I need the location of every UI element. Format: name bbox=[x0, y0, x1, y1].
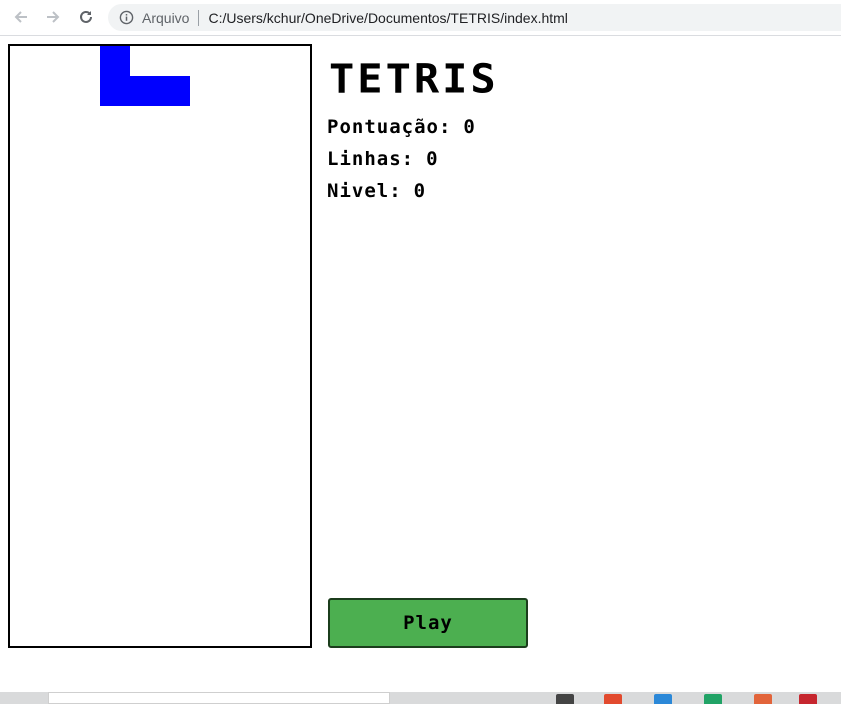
game-title: TETRIS bbox=[329, 55, 499, 102]
reload-button[interactable] bbox=[75, 6, 97, 28]
level-label: Nivel: bbox=[327, 180, 402, 202]
taskbar-app-icon[interactable] bbox=[604, 694, 622, 704]
taskbar-app-icon[interactable] bbox=[754, 694, 772, 704]
address-bar[interactable]: Arquivo C:/Users/kchur/OneDrive/Document… bbox=[108, 4, 841, 31]
taskbar bbox=[0, 692, 841, 704]
piece-block bbox=[100, 46, 130, 76]
url-text[interactable]: C:/Users/kchur/OneDrive/Documentos/TETRI… bbox=[208, 10, 567, 26]
taskbar-app-icon[interactable] bbox=[799, 694, 817, 704]
arrow-right-icon bbox=[47, 11, 60, 23]
omnibox-divider bbox=[198, 9, 200, 26]
level-value: 0 bbox=[413, 180, 427, 202]
score-label: Pontuação: bbox=[327, 116, 452, 138]
game-board[interactable] bbox=[8, 44, 312, 648]
reload-icon bbox=[80, 10, 92, 23]
info-icon[interactable] bbox=[118, 10, 134, 26]
lines-stat: Linhas: 0 bbox=[327, 148, 439, 170]
level-stat: Nivel: 0 bbox=[327, 180, 426, 202]
lines-label: Linhas: bbox=[327, 148, 415, 170]
taskbar-app-icon[interactable] bbox=[654, 694, 672, 704]
arrow-left-icon bbox=[14, 11, 27, 23]
browser-toolbar: Arquivo C:/Users/kchur/OneDrive/Document… bbox=[0, 0, 841, 36]
score-stat: Pontuação: 0 bbox=[327, 116, 476, 138]
taskbar-app-icon[interactable] bbox=[556, 694, 574, 704]
score-value: 0 bbox=[463, 116, 476, 138]
piece-block bbox=[130, 76, 160, 106]
back-button[interactable] bbox=[10, 6, 32, 28]
taskbar-search-box[interactable] bbox=[48, 692, 390, 704]
forward-button[interactable] bbox=[42, 6, 64, 28]
lines-value: 0 bbox=[426, 148, 439, 170]
play-button[interactable]: Play bbox=[328, 598, 528, 648]
scheme-label: Arquivo bbox=[142, 9, 190, 26]
piece-block bbox=[160, 76, 190, 106]
piece-block bbox=[100, 76, 130, 106]
taskbar-app-icon[interactable] bbox=[704, 694, 722, 704]
